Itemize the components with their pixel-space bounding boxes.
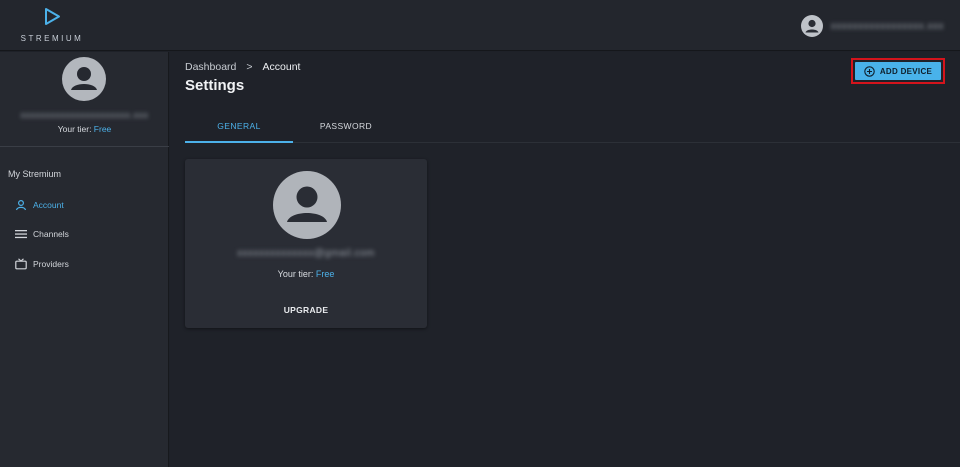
tab-password[interactable]: PASSWORD [292, 114, 400, 143]
sidebar-profile: xxxxxxxxxxxxxxxxxxxxxx.xxx Your tier: Fr… [0, 52, 169, 147]
tier-value: Free [93, 124, 112, 134]
tab-general[interactable]: GENERAL [185, 114, 293, 143]
avatar [800, 15, 823, 37]
breadcrumb-dashboard[interactable]: Dashboard [185, 61, 236, 73]
person-icon [71, 67, 97, 90]
sidebar-item-providers[interactable]: Providers [14, 257, 69, 271]
account-tier: Your tier: Free [185, 269, 427, 279]
tier-value: Free [315, 269, 335, 279]
logo-text: STREMIUM [20, 34, 84, 43]
avatar [273, 171, 341, 239]
person-icon [805, 19, 819, 33]
breadcrumb: Dashboard > Account [185, 61, 300, 73]
add-circle-icon [864, 65, 875, 77]
stremium-logo[interactable]: STREMIUM [16, 7, 88, 45]
add-device-label: ADD DEVICE [879, 66, 933, 76]
tier-label: Your tier: [277, 269, 316, 279]
avatar [62, 57, 106, 101]
tv-icon [14, 258, 27, 270]
sidebar-item-label: Providers [33, 259, 69, 269]
top-bar: STREMIUM xxxxxxxxxxxxxxxxx.xxx [0, 0, 960, 51]
sidebar-section-title: My Stremium [8, 169, 62, 179]
add-device-button[interactable]: ADD DEVICE [855, 62, 941, 80]
breadcrumb-account: Account [262, 61, 301, 73]
add-device-highlight: ADD DEVICE [851, 58, 945, 84]
sidebar-email: xxxxxxxxxxxxxxxxxxxxxx.xxx [20, 110, 149, 120]
list-icon [14, 228, 27, 240]
sidebar: xxxxxxxxxxxxxxxxxxxxxx.xxx Your tier: Fr… [0, 52, 169, 467]
play-logo-icon [45, 8, 60, 25]
main-content: Dashboard > Account Settings ADD DEVICE … [170, 52, 960, 467]
sidebar-item-label: Account [33, 200, 64, 210]
upgrade-button[interactable]: UPGRADE [266, 301, 346, 319]
breadcrumb-separator: > [246, 61, 253, 73]
user-email: xxxxxxxxxxxxxxxxx.xxx [830, 20, 944, 32]
sidebar-item-label: Channels [33, 229, 69, 239]
user-icon [14, 199, 27, 211]
sidebar-item-account[interactable]: Account [14, 198, 64, 212]
page-title: Settings [185, 77, 245, 94]
account-card: xxxxxxxxxxxxxx@gmail.com Your tier: Free… [185, 159, 427, 328]
account-email: xxxxxxxxxxxxxx@gmail.com [237, 248, 375, 259]
tier-label: Your tier: [57, 124, 94, 134]
sidebar-tier: Your tier: Free [0, 124, 169, 134]
sidebar-item-channels[interactable]: Channels [14, 227, 69, 241]
settings-tabs: GENERAL PASSWORD [185, 114, 960, 143]
person-icon [287, 186, 327, 222]
user-menu[interactable]: xxxxxxxxxxxxxxxxx.xxx [800, 14, 944, 38]
